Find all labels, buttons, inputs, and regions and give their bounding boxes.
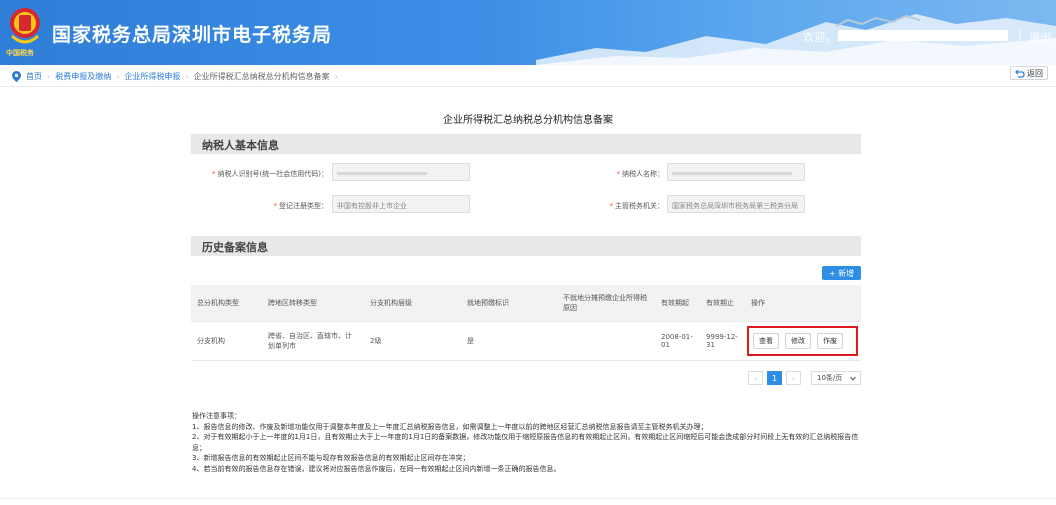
add-record-button[interactable]: + 新增 [822, 266, 861, 280]
chevron-down-icon [850, 376, 856, 381]
breadcrumb: 首页 › 税费申报及缴纳 › 企业所得税申报 › 企业所得税汇总纳税总分机构信息… [12, 70, 343, 82]
reg-type-label: * 登记注册类型： [273, 202, 329, 210]
history-section-title: 历史备案信息 [202, 241, 268, 254]
basic-info-section-title: 纳税人基本信息 [202, 139, 279, 152]
page-1-button[interactable]: 1 [767, 371, 782, 385]
breadcrumb-separator: › [185, 71, 189, 81]
breadcrumb-tax-filing[interactable]: 税费申报及缴纳 [55, 71, 111, 82]
void-button[interactable]: 作废 [817, 332, 843, 349]
breadcrumb-divider [0, 86, 1056, 87]
footer-divider [0, 498, 1056, 499]
tax-authority-field: 国家税务总局深圳市税务局第三税务分局 [667, 195, 805, 213]
col-valid-from: 有效期起 [655, 285, 700, 321]
back-button[interactable]: 返回 [1010, 66, 1048, 80]
cell-valid-from: 2008-01-01 [655, 320, 700, 361]
note-item: 4、若当前有效的报告信息存在错误，建议将对应报告信息作废后，在同一有效期起止区间… [192, 464, 561, 473]
site-title: 国家税务总局深圳市电子税务局 [52, 24, 333, 46]
logout-link[interactable]: 退出 [1029, 29, 1051, 45]
breadcrumb-separator: › [334, 71, 338, 81]
breadcrumb-separator: › [116, 71, 120, 81]
tax-authority-label: * 主管税务机关： [609, 202, 665, 210]
view-button[interactable]: 查看 [753, 332, 779, 349]
table-row: 分支机构 跨省、自治区、直辖市、计划单列市 2级 是 2008-01-01 99… [191, 320, 861, 361]
note-item: 3、新增报告信息的有效期起止区间不能与现存有效报告信息的有效期起止区间存在冲突； [192, 454, 470, 462]
edit-button[interactable]: 修改 [785, 332, 811, 349]
breadcrumb-separator: › [47, 71, 51, 81]
col-branch-level: 分支机构层级 [364, 285, 461, 321]
history-table: 总分机构类型 跨地区转移类型 分支机构层级 就地预缴标识 不就地分摊预缴企业所得… [191, 285, 861, 361]
basic-info-section-header: 纳税人基本信息 [191, 134, 861, 154]
cell-actions: 查看 修改 作废 [745, 320, 861, 361]
tax-emblem-icon [10, 8, 40, 44]
redacted-username [838, 30, 1008, 41]
taxpayer-name-field [667, 163, 805, 181]
operation-notes: 操作注意事项： 1、报告信息的修改、作废及新增功能仅用于调整本年度及上一年度汇总… [192, 411, 872, 474]
pagination: ‹ 1 › [748, 371, 801, 385]
cell-local-prepay: 是 [461, 320, 557, 361]
note-item: 2、对于有效期起小于上一年度的1月1日，且有效期止大于上一年度的1月1日的备案数… [192, 433, 859, 452]
taxpayer-name-label: * 纳税人名称： [616, 170, 665, 178]
cell-valid-to: 9999-12-31 [700, 320, 745, 361]
col-org-type: 总分机构类型 [191, 285, 262, 321]
cell-branch-level: 2级 [364, 320, 461, 361]
taxpayer-id-label: * 纳税人识别号(统一社会信用代码)： [212, 170, 328, 178]
page-title: 企业所得税汇总纳税总分机构信息备案 [443, 115, 613, 126]
emblem-caption: 中国税务 [6, 49, 34, 57]
back-button-label: 返回 [1027, 68, 1043, 78]
welcome-text: 欢迎， [803, 31, 836, 44]
prev-page-button[interactable]: ‹ [748, 371, 763, 385]
table-header-row: 总分机构类型 跨地区转移类型 分支机构层级 就地预缴标识 不就地分摊预缴企业所得… [191, 285, 861, 321]
cell-org-type: 分支机构 [191, 320, 262, 361]
location-pin-icon [12, 70, 21, 82]
col-valid-to: 有效期止 [700, 285, 745, 321]
col-transfer-type: 跨地区转移类型 [262, 285, 364, 321]
actions-highlight-box: 查看 修改 作废 [747, 325, 858, 356]
breadcrumb-cit-filing[interactable]: 企业所得税申报 [124, 71, 180, 82]
notes-title: 操作注意事项： [192, 412, 241, 420]
col-actions: 操作 [745, 285, 861, 321]
col-local-prepay: 就地预缴标识 [461, 285, 557, 321]
back-arrow-icon [1015, 69, 1025, 78]
taxpayer-id-field [332, 163, 470, 181]
page-size-value: 10条/页 [817, 374, 843, 382]
reg-type-field: 非国有控股非上市企业 [332, 195, 470, 213]
top-header: 中国税务 国家税务总局深圳市电子税务局 欢迎， | 退出 [0, 0, 1056, 65]
page-size-select[interactable]: 10条/页 [811, 371, 861, 385]
cell-transfer-type: 跨省、自治区、直辖市、计划单列市 [262, 320, 364, 361]
history-section-header: 历史备案信息 [191, 236, 861, 256]
cell-reason [557, 320, 655, 361]
breadcrumb-current: 企业所得税汇总纳税总分机构信息备案 [193, 71, 330, 81]
note-item: 1、报告信息的修改、作废及新增功能仅用于调整本年度及上一年度汇总纳税报告信息，如… [192, 422, 708, 431]
breadcrumb-home[interactable]: 首页 [26, 71, 42, 82]
header-separator: | [1018, 28, 1022, 41]
col-reason: 不就地分摊预缴企业所得税原因 [557, 285, 655, 321]
next-page-button[interactable]: › [786, 371, 801, 385]
